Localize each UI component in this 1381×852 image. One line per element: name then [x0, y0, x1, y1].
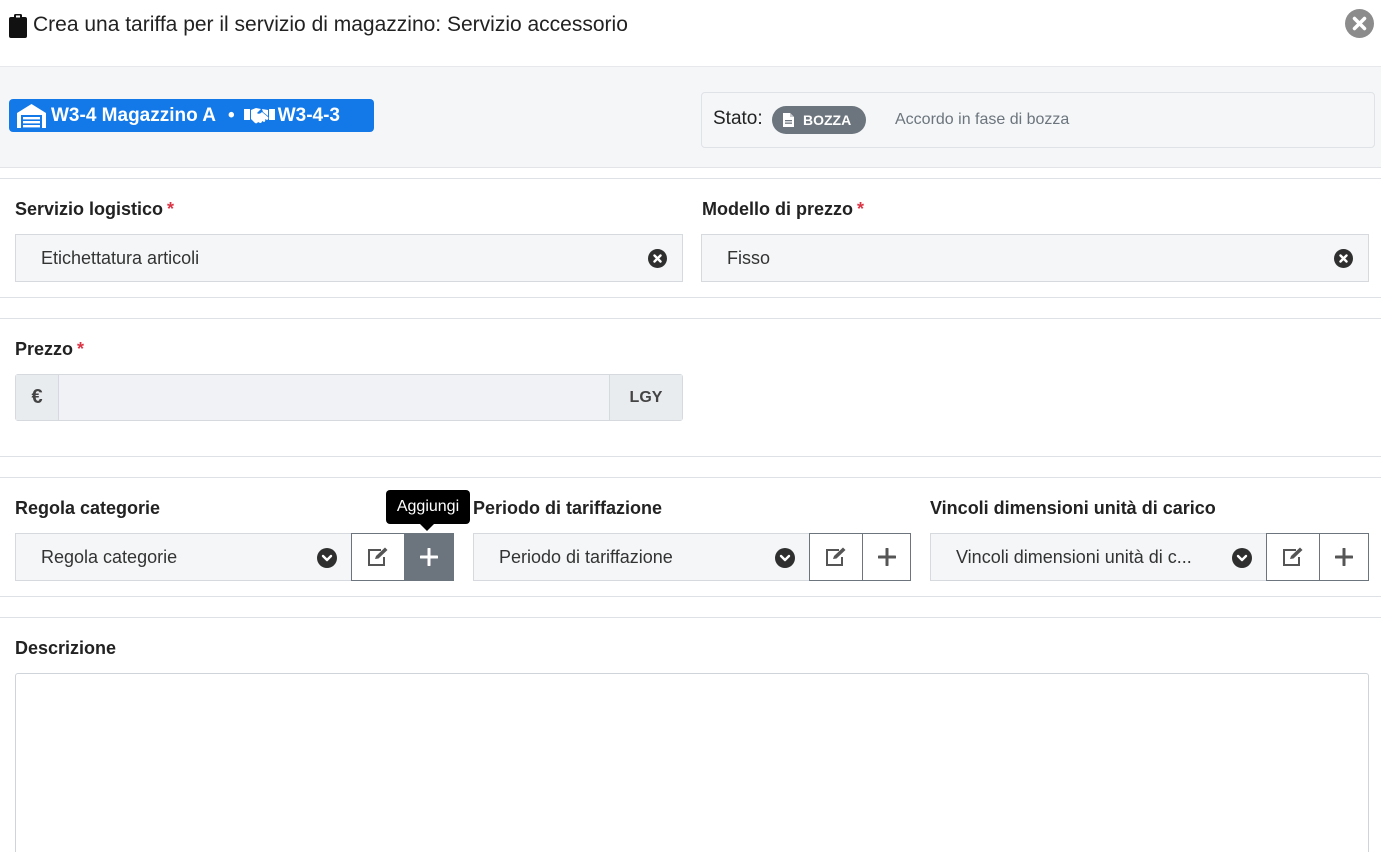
edit-icon	[826, 547, 846, 566]
vincoli-label: Vincoli dimensioni unità di carico	[930, 498, 1216, 518]
warehouse-agreement-badge: W3-4 Magazzino A • W3-4-3	[9, 99, 374, 132]
prezzo-label: Prezzo *	[15, 339, 85, 359]
modello-prezzo-value: Fisso	[727, 248, 771, 268]
required-marker: *	[77, 339, 85, 359]
edit-regola-categorie-button[interactable]	[351, 533, 405, 581]
tooltip-text: Aggiungi	[396, 498, 460, 515]
divider	[0, 477, 1381, 478]
handshake-icon	[243, 106, 275, 126]
currency-prefix: €	[16, 375, 59, 420]
clear-icon[interactable]	[1334, 249, 1353, 268]
edit-periodo-tariffazione-button[interactable]	[809, 533, 863, 581]
modello-prezzo-select[interactable]: Fisso	[701, 234, 1369, 282]
periodo-tariffazione-placeholder: Periodo di tariffazione	[499, 547, 673, 567]
tooltip: Aggiungi	[386, 490, 470, 531]
prezzo-input[interactable]	[59, 375, 609, 420]
edit-icon	[1283, 547, 1303, 566]
status-description: Accordo in fase di bozza	[895, 111, 1070, 128]
unit-suffix: LGY	[609, 375, 682, 420]
plus-icon	[877, 548, 896, 566]
regola-categorie-label: Regola categorie	[15, 498, 161, 518]
warehouse-label: W3-4 Magazzino A	[51, 104, 217, 126]
prezzo-input-group: € LGY	[15, 374, 683, 421]
divider	[0, 318, 1381, 319]
warehouse-icon	[17, 103, 46, 128]
modal-title: Crea una tariffa per il servizio di maga…	[33, 13, 628, 36]
regola-categorie-placeholder: Regola categorie	[41, 547, 178, 567]
edit-icon	[368, 547, 388, 566]
modal-header: Crea una tariffa per il servizio di maga…	[0, 0, 1381, 66]
status-badge: BOZZA	[772, 106, 866, 134]
tooltip-arrow	[420, 524, 434, 531]
servizio-logistico-value: Etichettatura articoli	[41, 248, 200, 268]
edit-vincoli-button[interactable]	[1266, 533, 1320, 581]
periodo-tariffazione-select[interactable]: Periodo di tariffazione	[473, 533, 810, 581]
servizio-logistico-label: Servizio logistico *	[15, 199, 175, 219]
periodo-tariffazione-label: Periodo di tariffazione	[473, 498, 663, 518]
descrizione-label: Descrizione	[15, 638, 117, 658]
divider	[0, 617, 1381, 618]
chevron-down-icon	[317, 548, 337, 568]
close-icon[interactable]	[1345, 9, 1374, 38]
plus-icon	[1335, 548, 1353, 566]
required-marker: *	[857, 199, 865, 219]
add-regola-categorie-button[interactable]	[404, 533, 454, 581]
plus-icon	[420, 548, 438, 566]
status-badge-label: BOZZA	[803, 112, 852, 128]
descrizione-textarea[interactable]	[15, 673, 1369, 852]
divider	[0, 596, 1381, 597]
clipboard-icon	[9, 14, 27, 43]
required-marker: *	[167, 199, 175, 219]
chevron-down-icon	[775, 548, 795, 568]
divider	[0, 178, 1381, 179]
add-vincoli-button[interactable]	[1319, 533, 1369, 581]
status-label: Stato:	[713, 108, 763, 129]
regola-categorie-select[interactable]: Regola categorie	[15, 533, 352, 581]
divider	[0, 297, 1381, 298]
info-bar: W3-4 Magazzino A • W3-4-3 Stato: BOZZA A…	[0, 66, 1381, 168]
clear-icon[interactable]	[648, 249, 667, 268]
servizio-logistico-select[interactable]: Etichettatura articoli	[15, 234, 683, 282]
status-box: Stato: BOZZA Accordo in fase di bozza	[701, 92, 1375, 148]
modello-prezzo-label: Modello di prezzo *	[702, 199, 865, 219]
separator: •	[228, 104, 235, 126]
add-periodo-tariffazione-button[interactable]	[862, 533, 911, 581]
vincoli-select[interactable]: Vincoli dimensioni unità di c...	[930, 533, 1267, 581]
vincoli-placeholder: Vincoli dimensioni unità di c...	[956, 547, 1192, 567]
agreement-label: W3-4-3	[277, 104, 340, 126]
divider	[0, 456, 1381, 457]
file-icon	[783, 113, 794, 127]
chevron-down-icon	[1232, 548, 1252, 568]
